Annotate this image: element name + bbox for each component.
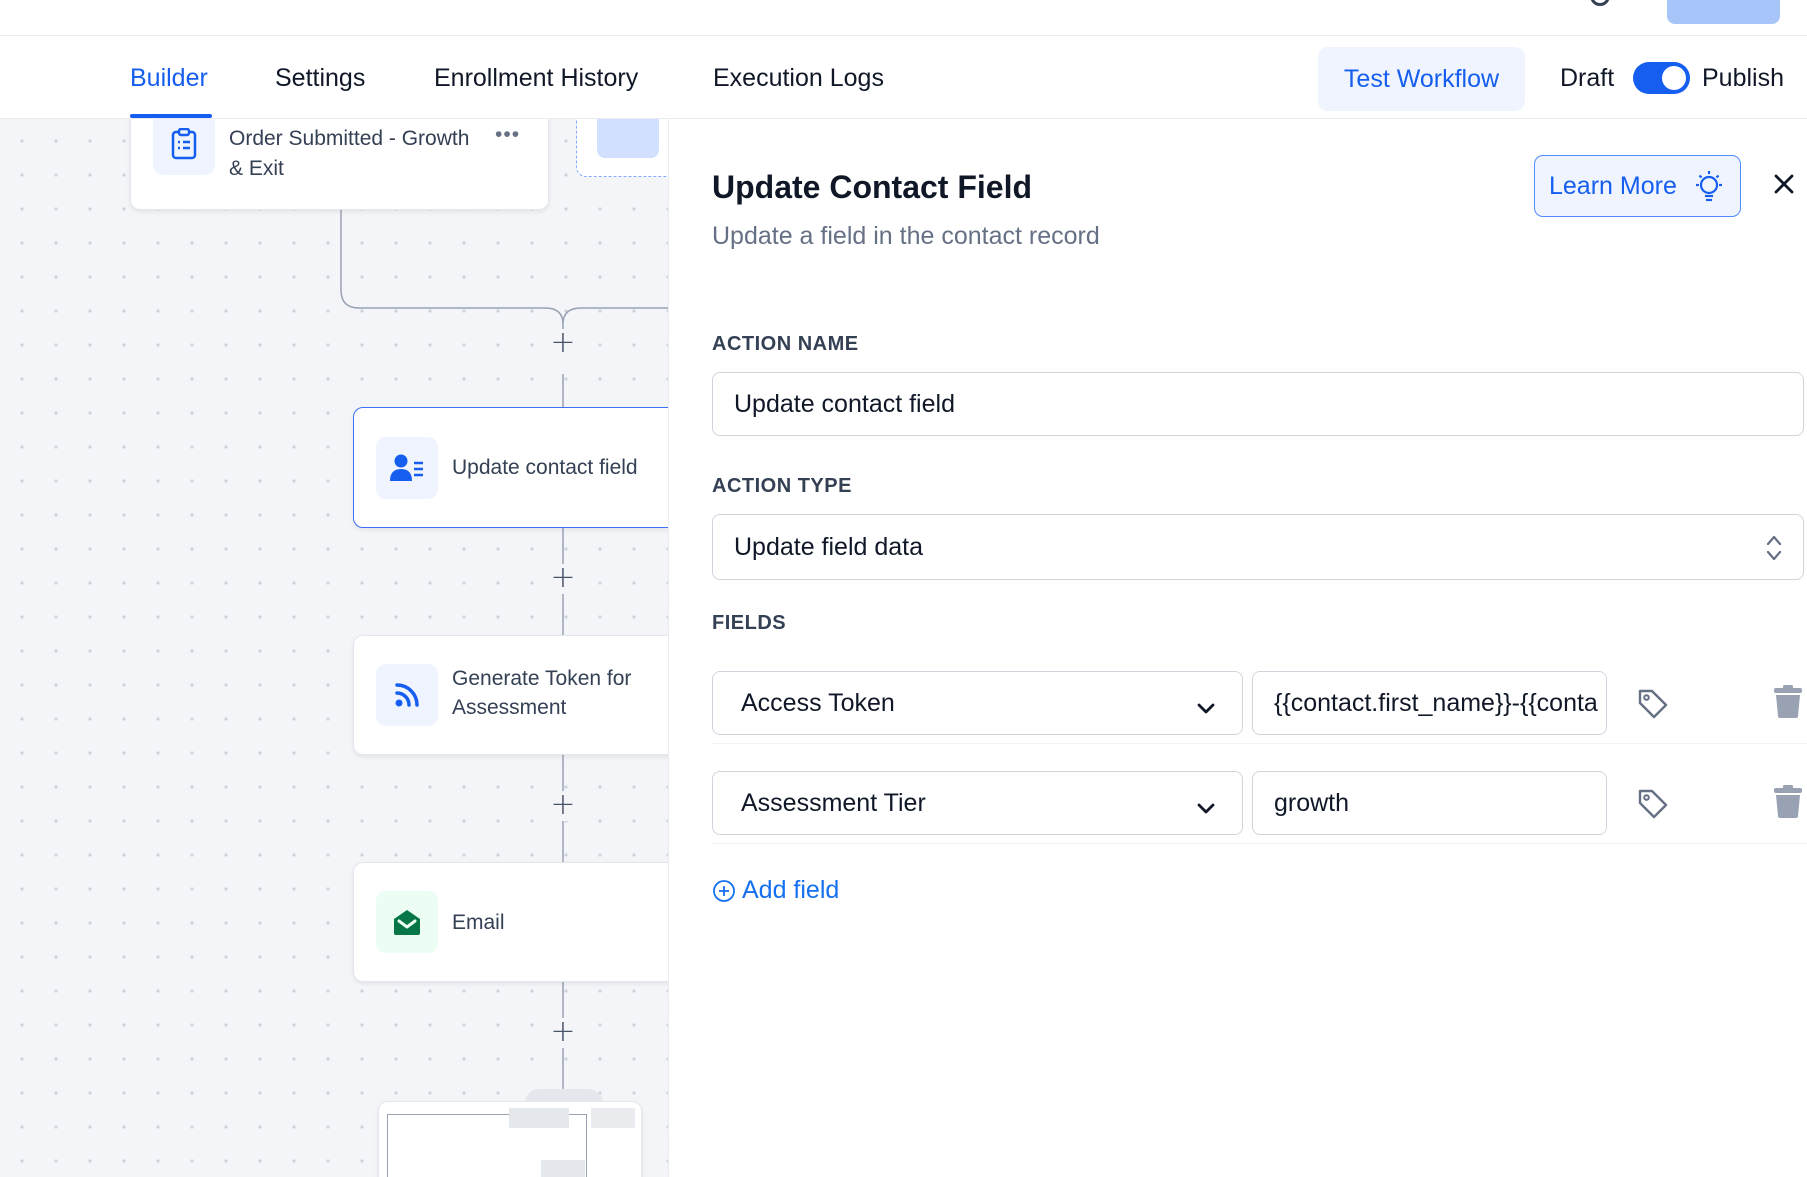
field-value-input[interactable]: {{contact.first_name}}-{{conta <box>1252 671 1607 735</box>
update-contact-field-node[interactable]: Update contact field <box>353 407 668 528</box>
action-type-value: Update field data <box>734 532 924 561</box>
add-step-button[interactable]: + <box>548 790 578 821</box>
row-divider <box>712 743 1807 744</box>
trash-icon[interactable] <box>1773 684 1803 718</box>
panel-subtitle: Update a field in the contact record <box>712 222 1100 250</box>
action-name-input[interactable]: Update contact field <box>712 372 1804 436</box>
email-node[interactable]: Email <box>353 862 668 982</box>
chevron-down-icon <box>1196 794 1216 823</box>
fields-label: FIELDS <box>712 612 787 634</box>
add-field-button[interactable]: Add field <box>712 876 839 905</box>
action-name-label: ACTION NAME <box>712 333 859 355</box>
node-label: Email <box>452 911 505 934</box>
workflow-canvas[interactable]: Order Submitted - Growth & Exit ••• + Up… <box>0 119 668 1177</box>
field-value-input[interactable]: growth <box>1252 771 1607 835</box>
add-step-button[interactable]: + <box>548 328 578 359</box>
lightbulb-icon <box>1692 170 1726 211</box>
tag-icon[interactable] <box>1636 787 1670 821</box>
node-preview-block <box>591 1108 635 1128</box>
app-header <box>0 0 1807 36</box>
trash-icon[interactable] <box>1773 784 1803 818</box>
publish-toggle[interactable] <box>1633 62 1690 94</box>
learn-more-label: Learn More <box>1549 171 1677 200</box>
panel-title: Update Contact Field <box>712 169 1033 205</box>
next-node-partial[interactable] <box>378 1101 642 1177</box>
close-icon <box>1774 174 1794 194</box>
test-workflow-button[interactable]: Test Workflow <box>1318 47 1525 111</box>
tab-builder[interactable]: Builder <box>130 64 208 93</box>
action-config-panel: Update Contact Field Update a field in t… <box>668 119 1807 1177</box>
contact-card-icon <box>376 437 438 499</box>
action-type-label: ACTION TYPE <box>712 475 852 497</box>
field-name-value: Assessment Tier <box>741 788 926 817</box>
help-icon[interactable] <box>1590 0 1610 6</box>
tag-icon[interactable] <box>1636 687 1670 721</box>
node-preview-block <box>509 1108 569 1128</box>
active-tab-indicator <box>130 114 212 118</box>
add-field-label: Add field <box>742 876 840 904</box>
close-panel-button[interactable] <box>1769 169 1799 199</box>
node-label-line2: Assessment <box>452 696 567 719</box>
field-name-value: Access Token <box>741 688 895 717</box>
toggle-knob <box>1662 66 1686 90</box>
workflow-tabbar: Builder Settings Enrollment History Exec… <box>0 36 1807 119</box>
node-preview-block <box>541 1160 585 1177</box>
plus-circle-icon <box>713 879 735 902</box>
node-label: Update contact field <box>452 456 638 479</box>
header-primary-button[interactable] <box>1667 0 1780 24</box>
chevron-down-icon <box>1196 694 1216 723</box>
tab-execution-logs[interactable]: Execution Logs <box>713 64 884 93</box>
select-updown-icon <box>1765 532 1783 571</box>
tab-settings[interactable]: Settings <box>275 64 365 93</box>
envelope-open-icon <box>376 891 438 953</box>
add-step-button[interactable]: + <box>548 563 578 594</box>
node-label-line1: Generate Token for <box>452 667 632 690</box>
field-name-select[interactable]: Assessment Tier <box>712 771 1243 835</box>
tab-enrollment-history[interactable]: Enrollment History <box>434 64 638 93</box>
learn-more-button[interactable]: Learn More <box>1534 155 1741 217</box>
add-step-button[interactable]: + <box>548 1017 578 1048</box>
field-name-select[interactable]: Access Token <box>712 671 1243 735</box>
generate-token-node[interactable]: Generate Token for Assessment <box>353 635 668 755</box>
action-type-select[interactable]: Update field data <box>712 514 1804 580</box>
webhook-rss-icon <box>376 664 438 726</box>
publish-label: Publish <box>1702 64 1784 92</box>
draft-label: Draft <box>1560 64 1615 92</box>
row-divider <box>712 843 1807 844</box>
